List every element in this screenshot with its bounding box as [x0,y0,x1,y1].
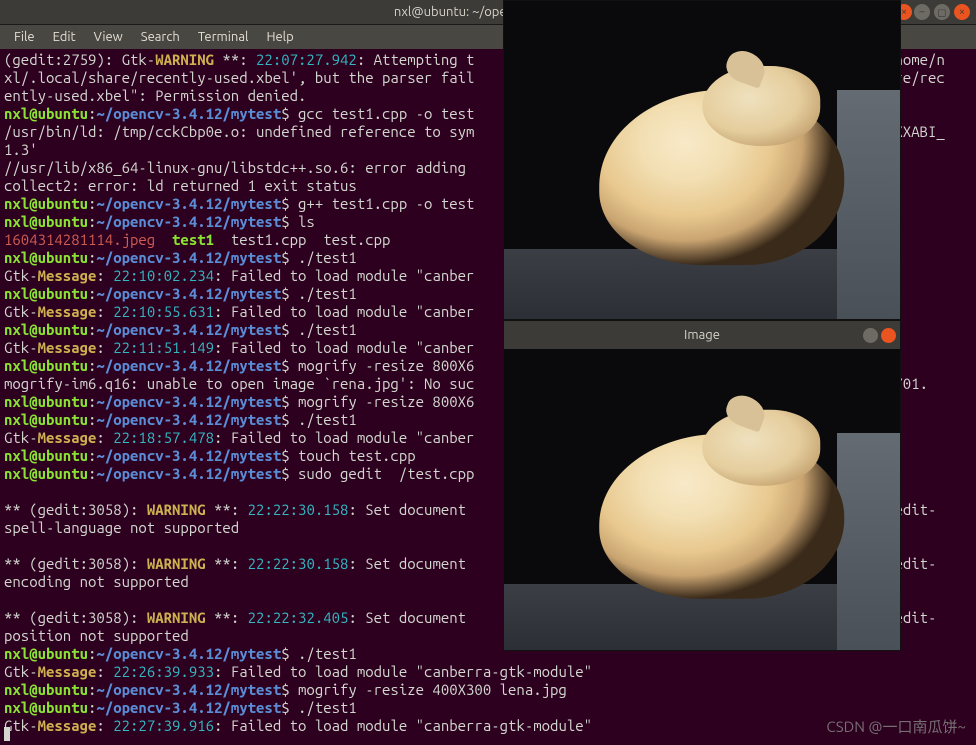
terminal-cursor [4,727,10,741]
menu-file[interactable]: File [6,28,43,46]
image-content-1 [504,1,900,319]
image-window-2-controls [863,328,896,343]
watermark: CSDN @一口南瓜饼~ [826,716,966,737]
maximize-icon[interactable]: ◻ [934,4,950,20]
close-icon[interactable]: × [954,4,970,20]
menu-terminal[interactable]: Terminal [190,28,257,46]
menu-view[interactable]: View [86,28,131,46]
image-window-2-title: Image [684,328,720,342]
image-window-controls-1: – ◻ × [914,4,976,20]
image-window-1[interactable] [503,0,901,320]
menu-search[interactable]: Search [133,28,188,46]
minimize-icon[interactable] [863,328,878,343]
close-icon[interactable] [881,328,896,343]
image-window-2[interactable]: Image [503,320,901,651]
image-window-2-titlebar: Image [504,321,900,349]
menu-edit[interactable]: Edit [45,28,84,46]
menu-help[interactable]: Help [258,28,301,46]
image-content-2 [504,349,900,650]
